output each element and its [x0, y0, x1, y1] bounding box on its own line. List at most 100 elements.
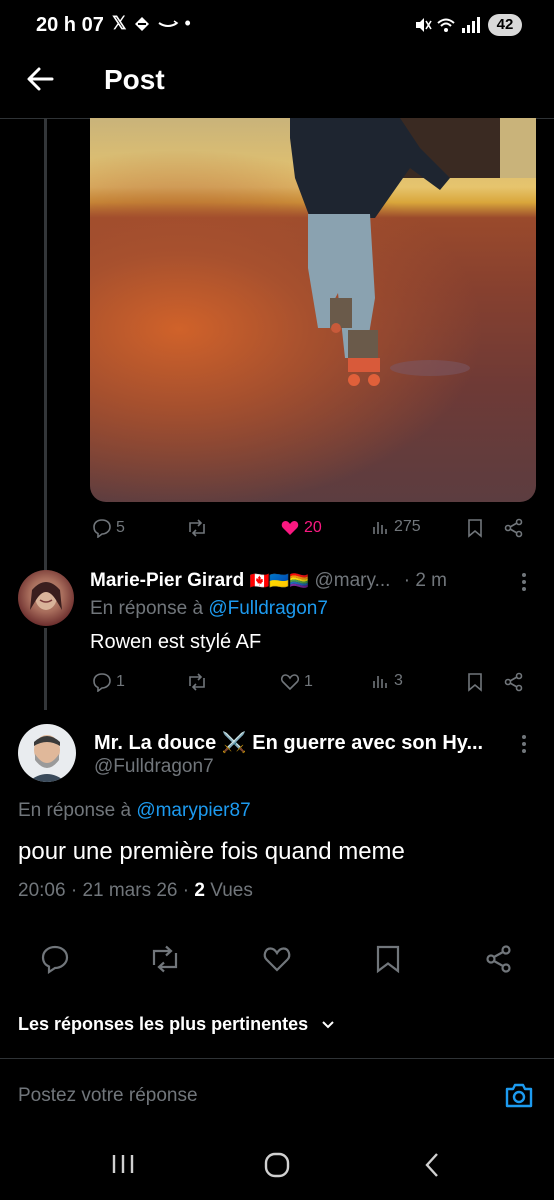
- share-icon: [504, 518, 523, 538]
- post-metadata: 20:06 · 21 mars 26 · 2 Vues: [18, 880, 253, 901]
- post-media-image[interactable]: [90, 118, 536, 502]
- top-bar: [0, 52, 554, 119]
- post-text: pour une première fois quand meme: [18, 838, 405, 865]
- reply-button[interactable]: 1: [92, 672, 125, 692]
- main-author-name[interactable]: Mr. La douce ⚔️ En guerre avec son Hy...: [94, 730, 504, 755]
- repost-icon: [152, 945, 178, 973]
- reply-prefix: En réponse à: [90, 598, 204, 619]
- dot-icon: •: [184, 13, 191, 33]
- views-count: 3: [394, 672, 403, 689]
- reply-icon: [93, 673, 111, 692]
- author-flags: 🇨🇦🇺🇦🏳️‍🌈: [249, 573, 310, 590]
- post-time: · 2 m: [403, 570, 447, 591]
- views-icon: [373, 522, 387, 534]
- like-count: 20: [304, 519, 322, 536]
- views-icon: [373, 676, 387, 688]
- views-count[interactable]: 2: [194, 880, 205, 901]
- sort-dropdown[interactable]: Les réponses les plus pertinentes: [18, 1014, 335, 1035]
- reply-context: En réponse à @Fulldragon7: [90, 598, 328, 620]
- like-button[interactable]: 1: [280, 672, 313, 692]
- more-vertical-icon: [522, 573, 526, 591]
- bookmark-icon: [468, 673, 482, 692]
- share-icon: [504, 672, 523, 692]
- status-left-icons: 𝕏 •: [112, 13, 191, 34]
- views-button[interactable]: 275: [372, 518, 421, 536]
- repost-icon: [189, 519, 205, 537]
- more-options-button[interactable]: [514, 732, 534, 756]
- main-post-actions: [0, 930, 554, 986]
- more-vertical-icon: [522, 735, 526, 753]
- repost-button[interactable]: [186, 518, 208, 538]
- heart-icon: [280, 674, 300, 691]
- bookmark-button[interactable]: [466, 672, 484, 692]
- views-count: 275: [394, 518, 421, 535]
- reply-button[interactable]: 5: [92, 518, 125, 538]
- home-icon: [264, 1152, 290, 1178]
- recents-icon: [112, 1155, 134, 1173]
- post-text: Rowen est stylé AF: [90, 631, 262, 653]
- avatar[interactable]: [18, 570, 74, 626]
- repost-button[interactable]: [186, 672, 208, 692]
- battery-indicator: 42: [488, 14, 522, 36]
- heart-filled-icon: [281, 521, 299, 535]
- amazon-icon: [157, 15, 179, 33]
- back-arrow-icon: [27, 67, 54, 91]
- share-icon: [486, 945, 511, 973]
- repost-button[interactable]: [148, 944, 182, 974]
- reply-input[interactable]: Postez votre réponse: [18, 1085, 198, 1107]
- avatar[interactable]: [18, 724, 76, 782]
- back-chevron-icon: [425, 1153, 438, 1177]
- reply-icon: [41, 945, 69, 974]
- bookmark-icon: [376, 945, 400, 974]
- post-date: 21 mars 26: [82, 880, 178, 901]
- views-button[interactable]: 3: [372, 672, 403, 690]
- reply-context: En réponse à @marypier87: [18, 800, 251, 822]
- system-nav-bar: [0, 1124, 554, 1200]
- reply-button[interactable]: [40, 944, 70, 974]
- page-title: Post: [104, 64, 165, 95]
- recents-button[interactable]: [110, 1152, 136, 1176]
- author-name[interactable]: Marie-Pier Girard: [90, 570, 244, 591]
- reply-actions: 1 1 3: [0, 670, 554, 696]
- bookmark-button[interactable]: [374, 944, 402, 974]
- chevron-down-icon: [321, 1020, 335, 1030]
- reply-icon: [93, 519, 111, 538]
- reply-composer: Postez votre réponse: [0, 1058, 554, 1126]
- like-count: 1: [304, 673, 313, 690]
- status-bar: 20 h 07 𝕏 • 42: [0, 0, 554, 52]
- views-label: Vues: [210, 880, 253, 901]
- back-button[interactable]: [24, 62, 58, 96]
- like-button[interactable]: 20: [280, 518, 322, 538]
- reply-count: 5: [116, 519, 125, 536]
- status-right-icons: [414, 15, 486, 35]
- share-button[interactable]: [484, 944, 514, 974]
- sort-label: Les réponses les plus pertinentes: [18, 1014, 309, 1034]
- bookmark-icon: [468, 519, 482, 538]
- reply-prefix: En réponse à: [18, 800, 132, 821]
- more-options-button[interactable]: [514, 570, 534, 594]
- like-button[interactable]: [262, 944, 292, 974]
- author-handle[interactable]: @Fulldragon7: [94, 756, 214, 778]
- camera-button[interactable]: [504, 1081, 534, 1109]
- app-notification-icon: [133, 15, 151, 33]
- reply-to-link[interactable]: @Fulldragon7: [208, 598, 328, 619]
- author-handle[interactable]: @mary...: [315, 570, 391, 591]
- signal-icon: [462, 17, 480, 33]
- share-button[interactable]: [504, 518, 524, 538]
- camera-icon: [505, 1083, 533, 1108]
- reply-header: Marie-Pier Girard 🇨🇦🇺🇦🏳️‍🌈 @mary... · 2 …: [90, 570, 530, 594]
- author-name-suffix: En guerre avec son Hy...: [252, 732, 484, 754]
- parent-post-actions: 5 20 275: [0, 516, 554, 544]
- heart-icon: [263, 947, 291, 972]
- author-name: Mr. La douce: [94, 732, 217, 754]
- home-button[interactable]: [264, 1152, 290, 1178]
- thread-line: [44, 118, 47, 572]
- wifi-icon: [437, 18, 455, 32]
- bookmark-button[interactable]: [466, 518, 484, 538]
- x-logo-icon: 𝕏: [112, 13, 127, 33]
- post-time: 20:06: [18, 880, 66, 901]
- share-button[interactable]: [504, 672, 524, 692]
- system-back-button[interactable]: [422, 1152, 442, 1178]
- mute-icon: [416, 18, 432, 32]
- reply-to-link[interactable]: @marypier87: [136, 800, 250, 821]
